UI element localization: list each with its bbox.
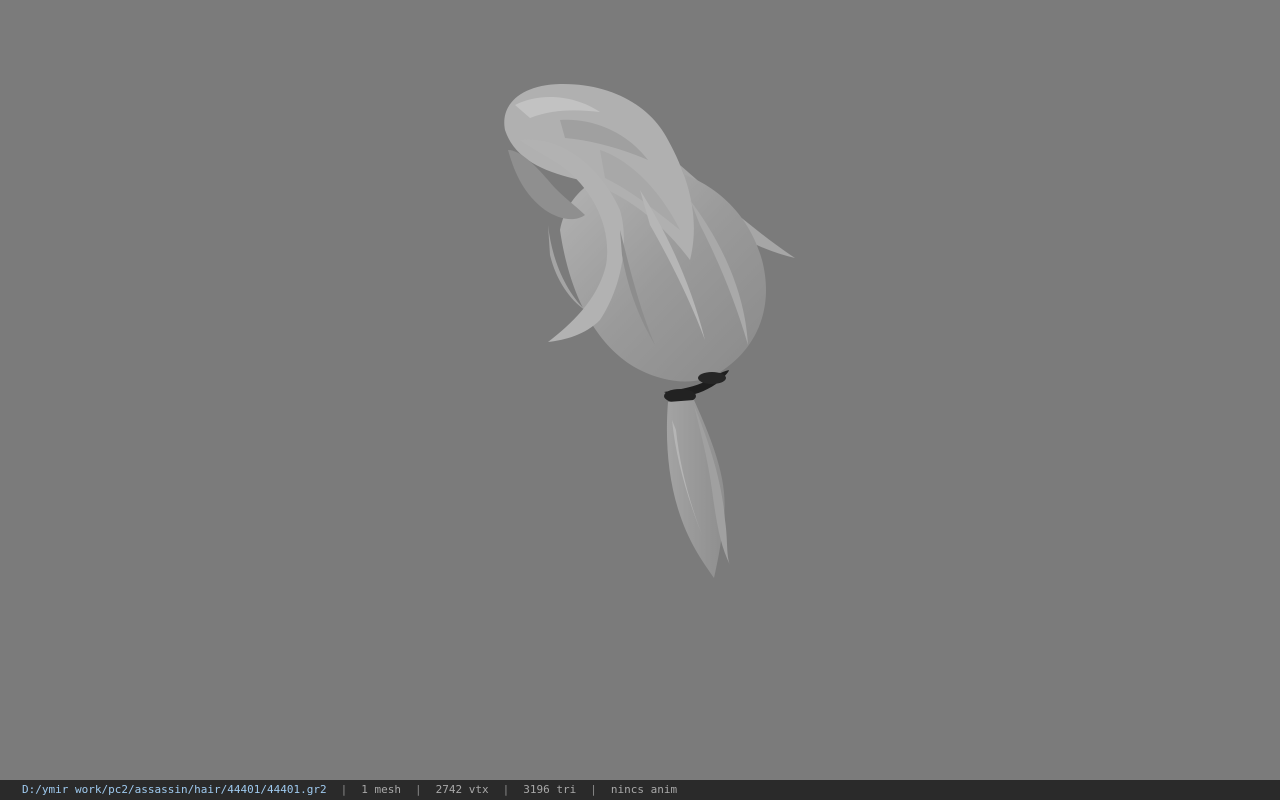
separator: | [502, 783, 510, 796]
separator: | [340, 783, 348, 796]
separator: | [415, 783, 422, 796]
mesh-count: 1 mesh [361, 783, 402, 796]
3d-viewport[interactable] [0, 0, 1280, 780]
anim-status: nincs anim [610, 783, 678, 796]
triangle-count: 3196 tri [523, 783, 577, 796]
file-path: D:/ymir work/pc2/assassin/hair/44401/444… [22, 783, 327, 796]
hair-model [504, 83, 795, 578]
separator: | [590, 783, 597, 796]
vertex-count: 2742 vtx [435, 783, 489, 796]
status-bar: D:/ymir work/pc2/assassin/hair/44401/444… [0, 780, 1280, 800]
